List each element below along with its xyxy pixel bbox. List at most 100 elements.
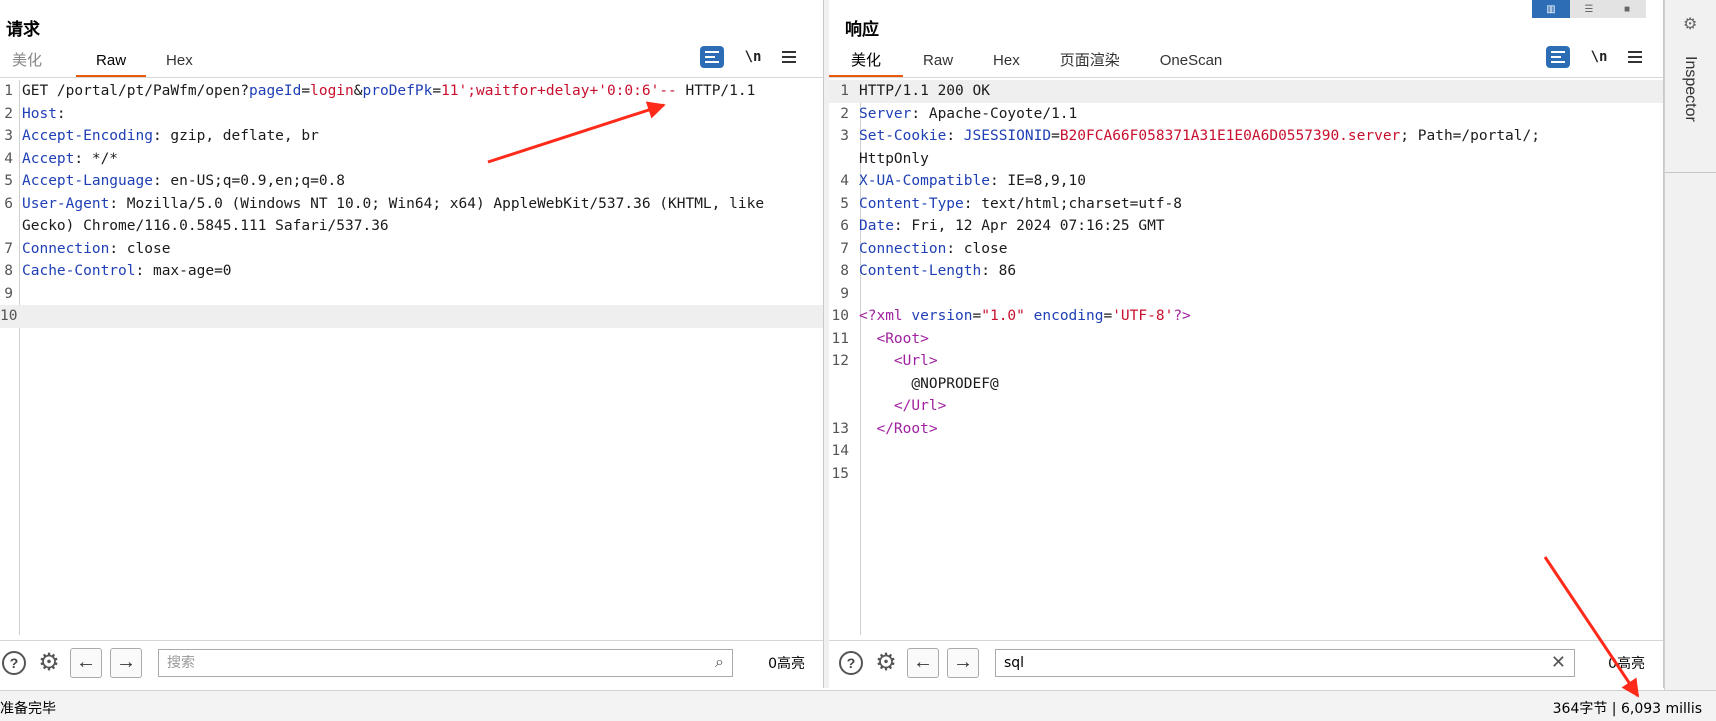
- code-line[interactable]: 4 Accept: */*: [0, 148, 823, 171]
- code-line[interactable]: 5 Content-Type: text/html;charset=utf-8: [829, 193, 1663, 216]
- layout-toggle: ▥ ☰ ■: [1532, 0, 1646, 18]
- menu-icon[interactable]: [1628, 51, 1642, 63]
- code-line[interactable]: 3 Set-Cookie: JSESSIONID=B20FCA66F058371A…: [829, 125, 1663, 148]
- response-tab-pretty[interactable]: 美化: [829, 48, 904, 78]
- code-token: =: [972, 308, 982, 324]
- response-editor-tools: \n: [1546, 46, 1642, 68]
- response-search-bar: ? ⚙ ← → ✕ 0高亮: [829, 640, 1663, 684]
- request-tab-raw[interactable]: Raw: [76, 48, 147, 78]
- code-line[interactable]: HttpOnly: [829, 148, 1663, 171]
- code-key: Connection: [22, 240, 110, 257]
- clear-icon[interactable]: ✕: [1551, 652, 1566, 673]
- code-token: : gzip, deflate, br: [152, 128, 319, 144]
- code-key: User-Agent: [22, 195, 110, 212]
- code-line[interactable]: 7 Connection: close: [829, 238, 1663, 261]
- code-line[interactable]: 3 Accept-Encoding: gzip, deflate, br: [0, 125, 823, 148]
- code-text: Connection: close: [22, 238, 170, 261]
- code-line[interactable]: 9: [829, 283, 1663, 306]
- code-line[interactable]: Gecko) Chrome/116.0.5845.111 Safari/537.…: [0, 215, 823, 238]
- code-line[interactable]: </Url>: [829, 395, 1663, 418]
- code-text: </Root>: [859, 418, 937, 441]
- newline-icon[interactable]: \n: [742, 49, 764, 65]
- code-line[interactable]: 10: [0, 305, 823, 328]
- code-text: Content-Length: 86: [859, 260, 1016, 283]
- code-text: Accept-Encoding: gzip, deflate, br: [22, 125, 319, 148]
- layout-single-icon[interactable]: ■: [1608, 0, 1646, 18]
- code-token: : en-US;q=0.9,en;q=0.8: [152, 173, 346, 189]
- help-icon[interactable]: ?: [839, 650, 863, 675]
- code-line[interactable]: 2 Server: Apache-Coyote/1.1: [829, 103, 1663, 126]
- code-value: login: [310, 83, 354, 99]
- code-token: :: [946, 128, 964, 144]
- arrow-left-icon[interactable]: ←: [907, 647, 939, 678]
- line-number: 14: [831, 443, 849, 459]
- arrow-right-icon[interactable]: →: [947, 647, 979, 678]
- layout-split-icon[interactable]: ▥: [1532, 0, 1570, 18]
- code-tag: <Root>: [876, 330, 929, 347]
- code-line[interactable]: 8 Cache-Control: max-age=0: [0, 260, 823, 283]
- newline-icon[interactable]: \n: [1588, 49, 1610, 65]
- code-key: Accept-Encoding: [22, 128, 153, 144]
- request-search-input[interactable]: [167, 654, 716, 671]
- code-line[interactable]: 10 <?xml version="1.0" encoding='UTF-8'?>: [829, 305, 1663, 328]
- request-highlight-count: 0高亮: [768, 655, 805, 672]
- code-line[interactable]: 13 </Root>: [829, 418, 1663, 441]
- response-tab-raw[interactable]: Raw: [903, 48, 973, 78]
- response-tab-render[interactable]: 页面渲染: [1040, 48, 1140, 78]
- code-text: Accept: */*: [22, 148, 118, 171]
- code-line[interactable]: 12 <Url>: [829, 350, 1663, 373]
- code-line[interactable]: 9: [0, 283, 823, 306]
- code-line[interactable]: @NOPRODEF@: [829, 373, 1663, 396]
- request-tab-hex[interactable]: Hex: [146, 48, 213, 78]
- code-line[interactable]: 4 X-UA-Compatible: IE=8,9,10: [829, 170, 1663, 193]
- layout-stacked-icon[interactable]: ☰: [1570, 0, 1608, 18]
- search-icon[interactable]: ⌕: [715, 654, 724, 672]
- code-token: HTTP/1.1 200 OK: [859, 83, 990, 99]
- request-tab-pretty[interactable]: 美化: [0, 48, 54, 78]
- arrow-right-icon[interactable]: →: [110, 647, 142, 678]
- request-editor[interactable]: 1 GET /portal/pt/PaWfm/open?pageId=login&…: [0, 80, 823, 635]
- response-highlight-count: 0高亮: [1608, 655, 1645, 672]
- code-key: Server: [859, 105, 912, 122]
- code-line[interactable]: 1 GET /portal/pt/PaWfm/open?pageId=login&…: [0, 80, 823, 103]
- code-value: "1.0": [981, 308, 1025, 324]
- response-search-input[interactable]: [1004, 654, 1551, 671]
- inspector-label[interactable]: Inspector: [1681, 56, 1699, 122]
- code-key: Content-Length: [859, 263, 982, 279]
- gear-icon[interactable]: ⚙: [873, 649, 899, 676]
- code-token: :: [56, 105, 66, 122]
- inspector-icon[interactable]: ⚙: [1683, 14, 1697, 34]
- code-line[interactable]: 8 Content-Length: 86: [829, 260, 1663, 283]
- line-number: 4: [4, 150, 13, 167]
- code-line[interactable]: 6 Date: Fri, 12 Apr 2024 07:16:25 GMT: [829, 215, 1663, 238]
- code-line[interactable]: 14: [829, 440, 1663, 463]
- code-token: : IE=8,9,10: [989, 173, 1086, 189]
- request-tabs: 美化 Raw Hex: [0, 48, 213, 78]
- inspector-sidebar[interactable]: ⚙ Inspector: [1664, 0, 1716, 690]
- menu-icon[interactable]: [782, 51, 796, 63]
- code-token: : close: [946, 240, 1008, 257]
- code-line[interactable]: 11 <Root>: [829, 328, 1663, 351]
- code-line[interactable]: 15: [829, 463, 1663, 486]
- request-search-bar: ? ⚙ ← → ⌕ 0高亮: [0, 640, 823, 684]
- line-number: 12: [831, 353, 849, 369]
- code-text: Host:: [22, 103, 66, 126]
- text-wrap-icon[interactable]: [1546, 46, 1570, 68]
- gear-icon[interactable]: ⚙: [36, 649, 62, 676]
- response-tab-onescan[interactable]: OneScan: [1140, 48, 1243, 78]
- code-token: ; Path=/portal/;: [1400, 128, 1540, 144]
- text-wrap-icon[interactable]: [700, 46, 724, 68]
- code-text: X-UA-Compatible: IE=8,9,10: [859, 170, 1086, 193]
- code-line[interactable]: 7 Connection: close: [0, 238, 823, 261]
- code-line[interactable]: 6 User-Agent: Mozilla/5.0 (Windows NT 10.…: [0, 193, 823, 216]
- help-icon[interactable]: ?: [2, 650, 26, 675]
- response-tab-hex[interactable]: Hex: [973, 48, 1040, 78]
- response-editor[interactable]: 1 HTTP/1.1 200 OK 2 Server: Apache-Coyote/1…: [829, 80, 1663, 635]
- code-token: : Mozilla/5.0 (Windows NT 10.0; Win64; x…: [109, 195, 765, 212]
- line-number: 3: [4, 128, 13, 144]
- code-line[interactable]: 5 Accept-Language: en-US;q=0.9,en;q=0.8: [0, 170, 823, 193]
- code-line[interactable]: 1 HTTP/1.1 200 OK: [829, 80, 1663, 103]
- code-line[interactable]: 2 Host:: [0, 103, 823, 126]
- arrow-left-icon[interactable]: ←: [70, 647, 102, 678]
